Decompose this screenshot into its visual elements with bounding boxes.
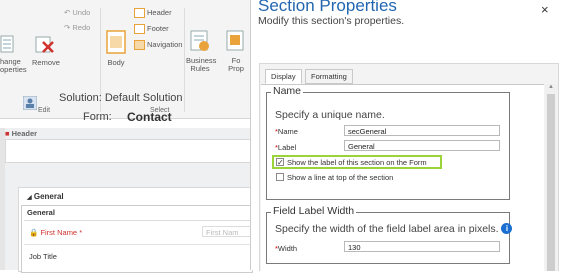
first-name-field[interactable]: First Nam [202, 226, 252, 237]
close-icon[interactable]: × [541, 2, 549, 17]
lock-icon: 🔒 [29, 228, 39, 237]
field-label-width-legend: Field Label Width [271, 205, 357, 217]
field-width-instruction: Specify the width of the field label are… [275, 223, 513, 235]
general-section[interactable]: General 🔒 First Name * First Nam Job Tit… [21, 205, 253, 273]
show-label-text: Show the label of this section on the Fo… [287, 158, 427, 167]
width-field-label: *Width [275, 244, 297, 253]
field-label-width-group [266, 212, 510, 264]
width-field-label-text: Width [277, 244, 298, 253]
scroll-up-icon[interactable]: ▲ [548, 84, 554, 90]
tab-display[interactable]: Display [265, 69, 302, 84]
undo-label: Undo [72, 8, 91, 17]
form-canvas: ■ Header ◢ General General 🔒 First Name … [0, 128, 253, 273]
redo-button[interactable]: ↷ Redo [64, 24, 104, 32]
show-line-checkbox[interactable] [276, 173, 284, 181]
label-field-label: *Label [275, 143, 296, 152]
navigation-label: Navigation [147, 39, 183, 49]
section-divider [24, 220, 252, 221]
name-input[interactable]: secGeneral [344, 125, 500, 136]
change-properties-label-2: operties [0, 65, 27, 74]
form-label: Form: [83, 111, 112, 123]
form-name: Contact [127, 110, 172, 124]
required-asterisk: * [79, 228, 83, 237]
scrollbar[interactable]: ▲ [545, 84, 557, 271]
lock-icon: ■ [5, 129, 10, 138]
footer-label: Footer [147, 23, 169, 33]
info-icon[interactable]: i [501, 223, 513, 234]
solution-label: Solution: Default Solution [59, 92, 183, 104]
scrollbar-thumb[interactable] [547, 94, 555, 271]
header-icon [134, 8, 145, 18]
show-label-checkbox[interactable]: ✓ [276, 158, 284, 167]
name-field-label-text: Name [277, 127, 298, 136]
first-name-label: 🔒 First Name * [29, 228, 82, 237]
name-instruction: Specify a unique name. [275, 109, 385, 121]
business-rules-button[interactable]: Business Rules [186, 57, 216, 73]
row-divider [24, 244, 252, 245]
general-tab[interactable]: ◢ General General 🔒 First Name * First N… [18, 187, 253, 273]
form-properties-label-2: Prop [228, 64, 244, 73]
first-name-label-text: First Name [40, 228, 78, 237]
change-properties-icon [0, 35, 14, 53]
header-section-label: ■ Header [5, 129, 37, 138]
contact-entity-icon [22, 95, 38, 111]
footer-icon [134, 24, 145, 34]
label-input[interactable]: General [344, 140, 500, 151]
remove-button[interactable]: Remove [32, 59, 60, 67]
body-icon [106, 30, 126, 54]
field-width-instruction-text: Specify the width of the field label are… [275, 223, 499, 235]
width-input[interactable]: 130 [344, 241, 500, 252]
undo-button[interactable]: ↶ Undo [64, 9, 104, 17]
general-section-title: General [27, 208, 55, 217]
section-properties-dialog: Section Properties Modify this section's… [250, 0, 564, 272]
left-gutter [0, 128, 5, 270]
business-rules-label-2: Rules [190, 64, 210, 73]
navigation-button[interactable]: Navigation [134, 40, 194, 50]
properties-panel: Display Formatting Name Specify a unique… [259, 63, 559, 272]
remove-icon [34, 34, 54, 54]
job-title-label: Job Title [29, 252, 57, 261]
general-tab-title: General [33, 192, 64, 201]
footer-button[interactable]: Footer [134, 24, 194, 34]
body-button[interactable]: Body [104, 59, 128, 67]
collapse-icon: ◢ [27, 195, 32, 201]
header-button[interactable]: Header [134, 8, 194, 18]
ribbon-group-edit: Edit [38, 107, 51, 114]
dialog-title: Section Properties [258, 0, 397, 15]
label-field-label-text: Label [277, 143, 297, 152]
business-rules-icon [190, 30, 210, 52]
redo-label: Redo [72, 23, 91, 32]
name-group-legend: Name [271, 85, 304, 97]
show-line-text: Show a line at top of the section [287, 173, 394, 182]
name-field-label: *Name [275, 127, 298, 136]
header-section-text: Header [11, 129, 38, 138]
ribbon-separator [184, 8, 185, 112]
form-properties-button[interactable]: Fo Prop [222, 57, 250, 73]
header-section[interactable] [5, 139, 252, 163]
form-properties-icon [226, 30, 246, 52]
general-tab-label: ◢ General [27, 192, 64, 201]
tab-content: Name Specify a unique name. *Name secGen… [261, 84, 544, 272]
change-properties-button[interactable]: hange operties [0, 58, 27, 74]
navigation-icon [134, 40, 145, 50]
tab-formatting[interactable]: Formatting [305, 69, 353, 84]
header-label: Header [147, 7, 172, 17]
dialog-subtitle: Modify this section's properties. [258, 15, 405, 27]
